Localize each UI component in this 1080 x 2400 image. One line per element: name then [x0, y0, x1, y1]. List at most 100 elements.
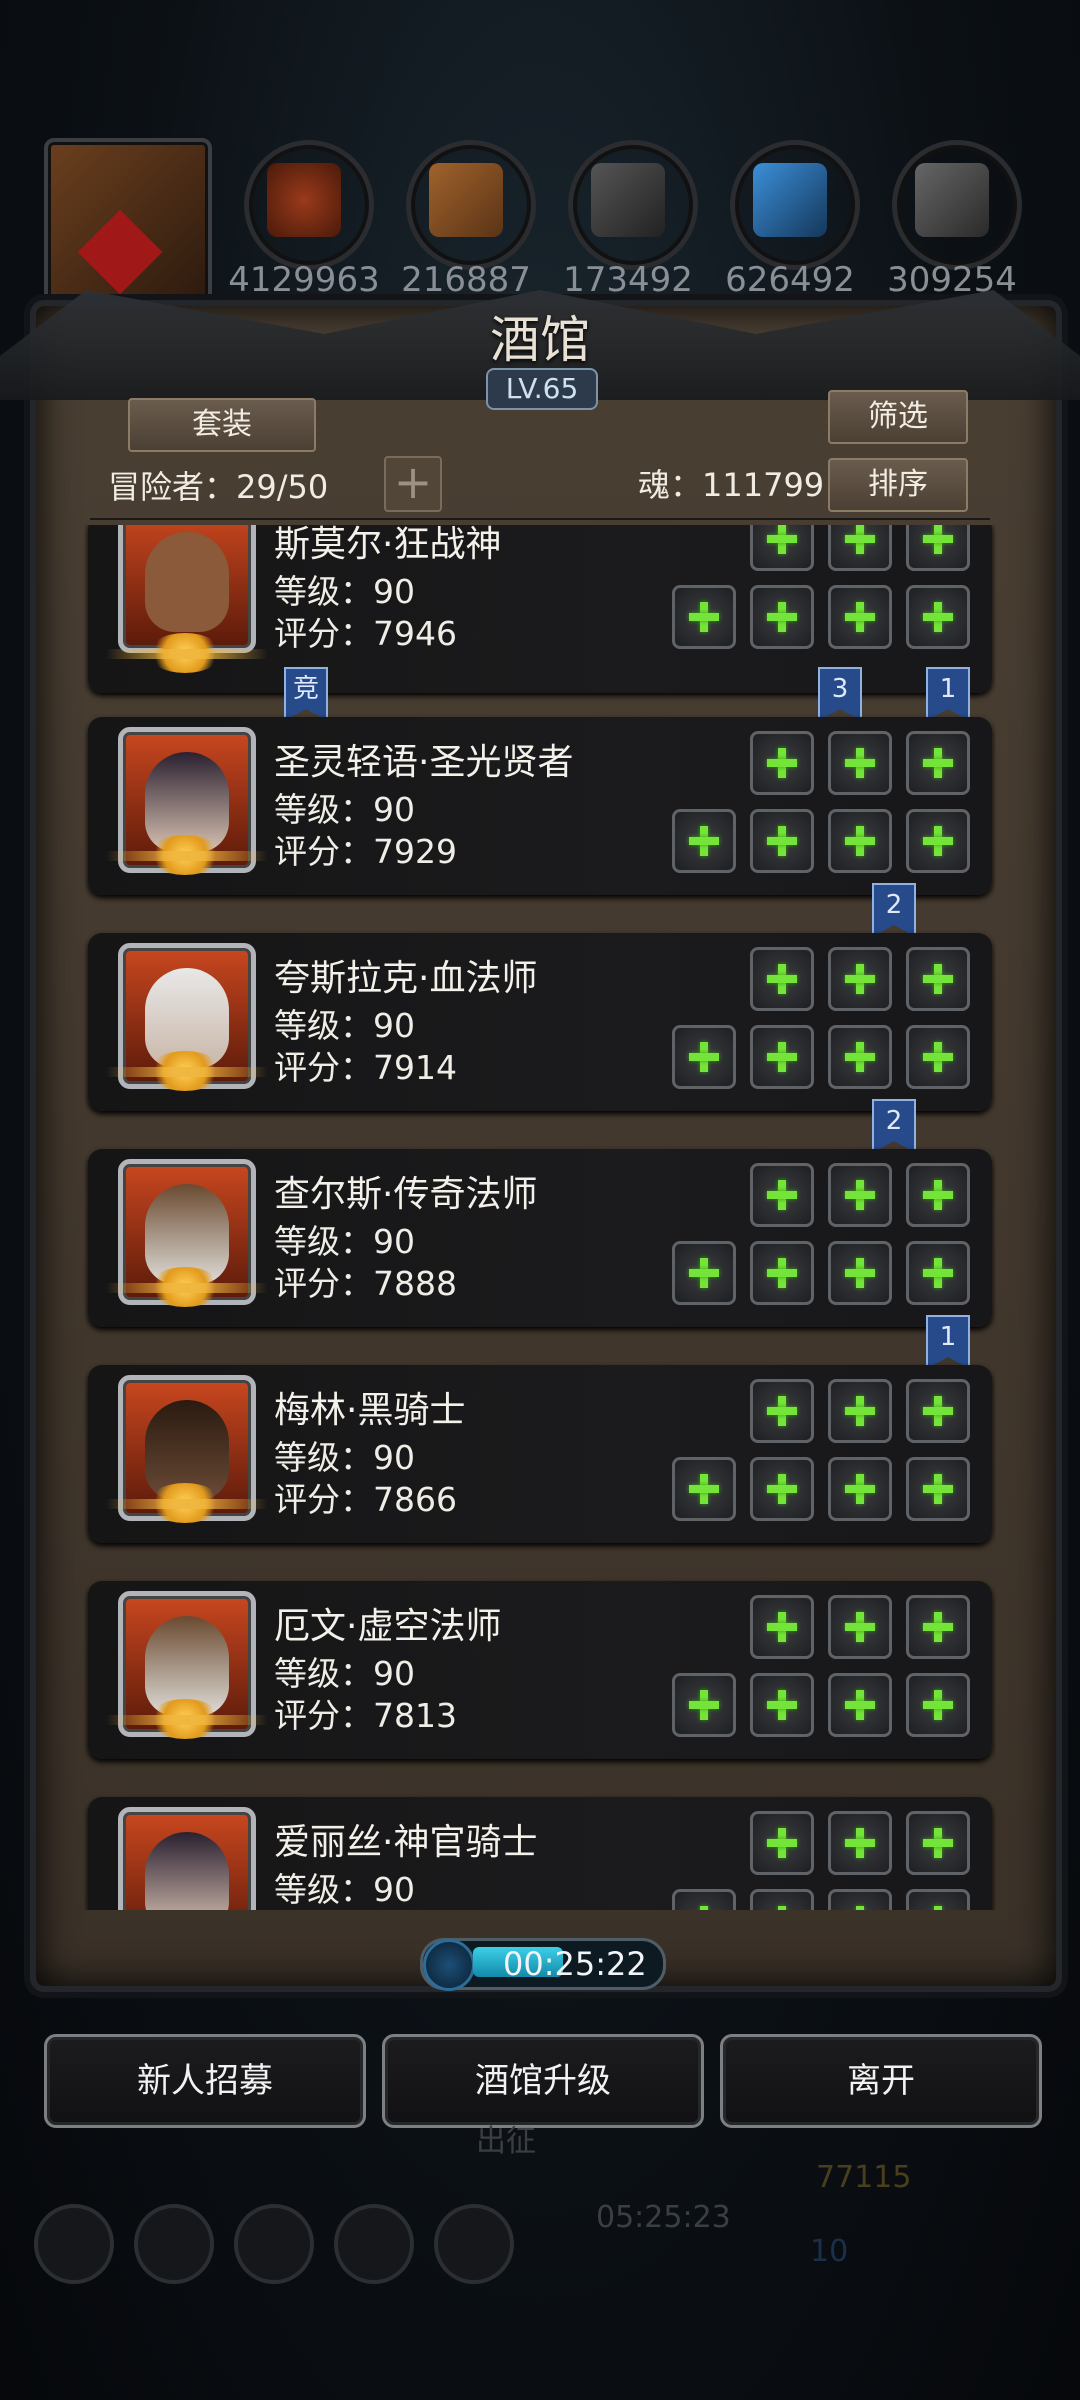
equip-slot-plus-icon[interactable]: [906, 1889, 970, 1910]
equip-slot-plus-icon[interactable]: [828, 1811, 892, 1875]
settings-icon: [34, 2204, 114, 2284]
wood-icon: [406, 140, 536, 270]
hero-card[interactable]: 圣灵轻语·圣光贤者 等级：90 评分：7929: [88, 717, 992, 895]
resource-bar: 4129963 216887 173492 626492 309254: [0, 130, 1080, 306]
iron-value: 173492: [563, 260, 693, 300]
count-tag: 1: [926, 667, 970, 721]
hero-list[interactable]: 斯莫尔·狂战神 等级：90 评分：7946 竞 3 1 圣灵轻语·圣光贤者 等级…: [84, 525, 996, 1910]
count-tag: 2: [872, 883, 916, 937]
expedition-label: 出征: [476, 2124, 536, 2159]
equip-slot-plus-icon[interactable]: [828, 1889, 892, 1910]
equip-slot-plus-icon[interactable]: [750, 585, 814, 649]
equip-slot-plus-icon[interactable]: [672, 1025, 736, 1089]
equip-slot-plus-icon[interactable]: [828, 1595, 892, 1659]
equip-slot-plus-icon[interactable]: [750, 809, 814, 873]
equip-slot-plus-icon[interactable]: [906, 1673, 970, 1737]
mail-icon: [334, 2204, 414, 2284]
equip-slot-plus-icon[interactable]: [672, 809, 736, 873]
hero-card[interactable]: 厄文·虚空法师 等级：90 评分：7813: [88, 1581, 992, 1759]
equip-slot-plus-icon[interactable]: [828, 525, 892, 571]
equip-slot-plus-icon[interactable]: [828, 1379, 892, 1443]
equip-slot-plus-icon[interactable]: [906, 1595, 970, 1659]
equip-slot-plus-icon[interactable]: [750, 947, 814, 1011]
equip-slot-plus-icon[interactable]: [906, 731, 970, 795]
equip-slot-plus-icon[interactable]: [750, 1595, 814, 1659]
skills-icon: [434, 2204, 514, 2284]
equip-slot-plus-icon[interactable]: [828, 731, 892, 795]
equip-slot-plus-icon[interactable]: [906, 809, 970, 873]
equip-slot-plus-icon[interactable]: [750, 1811, 814, 1875]
player-avatar[interactable]: [44, 138, 212, 306]
equip-slot-plus-icon[interactable]: [906, 1163, 970, 1227]
gem-value: 10: [810, 2234, 849, 2269]
hero-level: 等级：90: [274, 1006, 415, 1045]
equip-slot-plus-icon[interactable]: [906, 1025, 970, 1089]
equip-slot-plus-icon[interactable]: [906, 525, 970, 571]
equip-slot-plus-icon[interactable]: [750, 1457, 814, 1521]
hero-level: 等级：90: [274, 790, 415, 829]
equip-slot-plus-icon[interactable]: [750, 731, 814, 795]
hero-score: 评分：7929: [274, 832, 457, 871]
hero-name: 厄文·虚空法师: [274, 1606, 502, 1647]
crystal-value: 626492: [725, 260, 855, 300]
equip-slot-plus-icon[interactable]: [828, 1241, 892, 1305]
equip-slot-plus-icon[interactable]: [672, 585, 736, 649]
hero-level: 等级：90: [274, 1438, 415, 1477]
tavern-upgrade-button[interactable]: 酒馆升级: [382, 2034, 704, 2128]
set-button[interactable]: 套装: [128, 398, 316, 452]
equip-slot-plus-icon[interactable]: [750, 1379, 814, 1443]
meat-value: 4129963: [228, 260, 380, 300]
hero-name: 梅林·黑骑士: [274, 1390, 466, 1431]
hero-level: 等级：90: [274, 1870, 415, 1909]
equip-slot-plus-icon[interactable]: [828, 947, 892, 1011]
hero-card[interactable]: 梅林·黑骑士 等级：90 评分：7866: [88, 1365, 992, 1543]
equip-slot-plus-icon[interactable]: [828, 1673, 892, 1737]
equip-slot-plus-icon[interactable]: [672, 1889, 736, 1910]
equip-slot-plus-icon[interactable]: [750, 1025, 814, 1089]
hero-level: 等级：90: [274, 572, 415, 611]
sort-button[interactable]: 排序: [828, 458, 968, 512]
equip-slot-plus-icon[interactable]: [906, 585, 970, 649]
equip-slot-plus-icon[interactable]: [828, 585, 892, 649]
hero-card[interactable]: 爱丽丝·神官骑士 等级：90: [88, 1797, 992, 1910]
equip-slot-plus-icon[interactable]: [906, 1811, 970, 1875]
add-adventurer-slot-button[interactable]: +: [384, 456, 442, 512]
count-tag: 3: [818, 667, 862, 721]
equip-slot-plus-icon[interactable]: [750, 1163, 814, 1227]
upgrade-timer: 00:25:22: [420, 1938, 666, 1991]
hero-level: 等级：90: [274, 1654, 415, 1693]
equip-slot-plus-icon[interactable]: [828, 1457, 892, 1521]
iron-icon: [568, 140, 698, 270]
equip-slot-plus-icon[interactable]: [750, 1241, 814, 1305]
equip-slot-plus-icon[interactable]: [672, 1457, 736, 1521]
hero-score: 评分：7946: [274, 614, 457, 653]
ore-icon: [892, 140, 1022, 270]
equip-slot-plus-icon[interactable]: [906, 1241, 970, 1305]
recruit-button[interactable]: 新人招募: [44, 2034, 366, 2128]
header-divider: [90, 518, 990, 520]
hero-card[interactable]: 夸斯拉克·血法师 等级：90 评分：7914: [88, 933, 992, 1111]
equip-slot-plus-icon[interactable]: [828, 1163, 892, 1227]
tiger-avatar-icon: [77, 209, 163, 295]
equip-slot-plus-icon[interactable]: [750, 525, 814, 571]
leave-button[interactable]: 离开: [720, 2034, 1042, 2128]
count-tag: 2: [872, 1099, 916, 1153]
equip-slot-plus-icon[interactable]: [750, 1889, 814, 1910]
equip-slot-plus-icon[interactable]: [672, 1673, 736, 1737]
equip-slot-plus-icon[interactable]: [672, 1241, 736, 1305]
hero-card[interactable]: 查尔斯·传奇法师 等级：90 评分：7888: [88, 1149, 992, 1327]
equip-slot-plus-icon[interactable]: [828, 1025, 892, 1089]
hero-portrait: [118, 1807, 256, 1910]
hero-name: 夸斯拉克·血法师: [274, 958, 538, 999]
equip-slot-plus-icon[interactable]: [906, 1379, 970, 1443]
equip-slot-plus-icon[interactable]: [906, 947, 970, 1011]
filter-button[interactable]: 筛选: [828, 390, 968, 444]
clock-icon: [423, 1939, 475, 1991]
hero-score: 评分：7813: [274, 1696, 457, 1735]
guild-icon: [234, 2204, 314, 2284]
equip-slot-plus-icon[interactable]: [828, 809, 892, 873]
equip-slot-plus-icon[interactable]: [906, 1457, 970, 1521]
equip-slot-plus-icon[interactable]: [750, 1673, 814, 1737]
soul-count: 魂：111799: [638, 466, 825, 504]
gold-value: 77115: [816, 2160, 912, 2195]
